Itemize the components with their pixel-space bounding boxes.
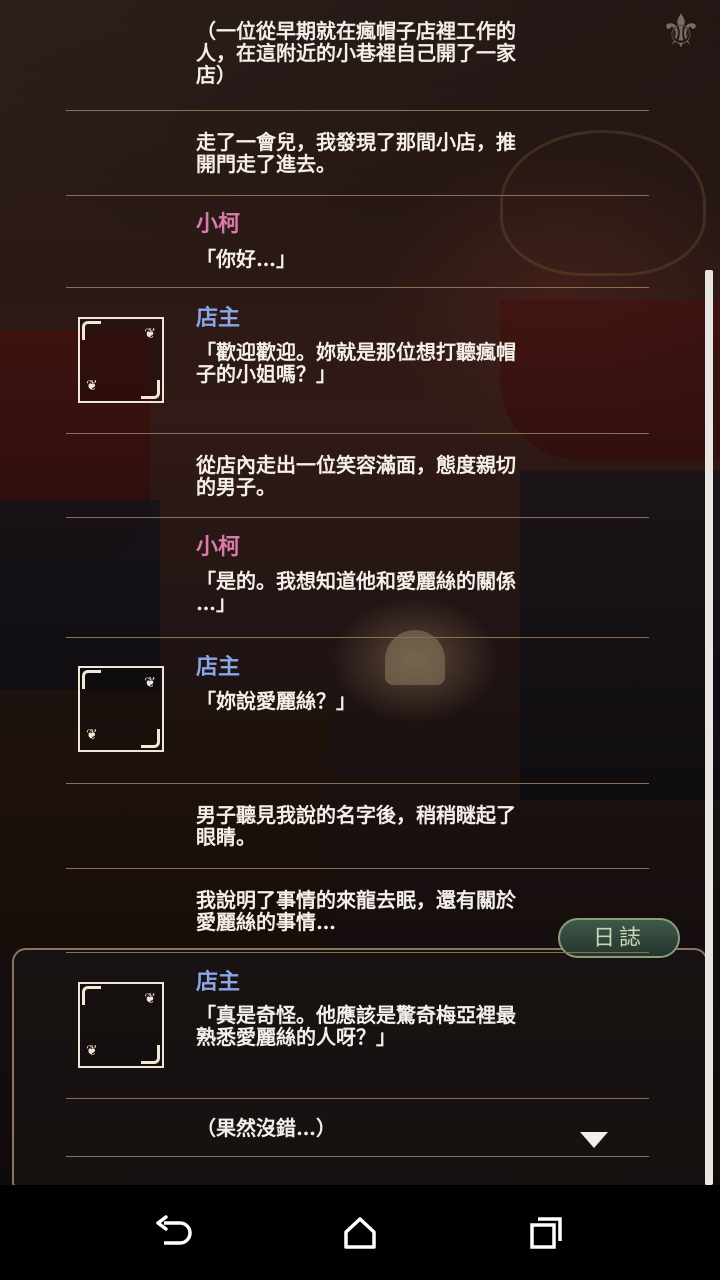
back-icon [156, 1215, 192, 1245]
entry-text: 「妳說愛麗絲？」 [196, 689, 356, 713]
log-entry: 走了一會兒，我發現了那間小店，推 開門走了進去。 [66, 111, 649, 196]
log-entry: ❦ ❦ 店主 「歡迎歡迎。妳就是那位想打聽瘋帽 子的小姐嗎？」 [66, 288, 649, 434]
system-navigation-bar [0, 1185, 720, 1280]
log-entry: 我說明了事情的來龍去眠，還有關於 愛麗絲的事情… [66, 869, 649, 953]
log-entry: ❦ ❦ 店主 「妳說愛麗絲？」 [66, 638, 649, 784]
entry-text: 我說明了事情的來龍去眠，還有關於 愛麗絲的事情… [196, 888, 516, 934]
entry-text: 男子聽見我說的名字後，稍稍瞇起了 眼睛。 [196, 803, 516, 849]
entry-separator [66, 1156, 649, 1157]
recents-button[interactable] [514, 1201, 578, 1265]
recents-icon [530, 1217, 562, 1249]
log-entry: ❦ ❦ 店主 「真是奇怪。他應該是驚奇梅亞裡最 熟悉愛麗絲的人呀？」 [66, 953, 649, 1099]
entry-text: 從店內走出一位笑容滿面，態度親切 的男子。 [196, 453, 516, 499]
scroll-down-arrow-icon[interactable] [580, 1132, 608, 1148]
log-entry: （果然沒錯…） [66, 1099, 649, 1157]
entry-text: 「真是奇怪。他應該是驚奇梅亞裡最 熟悉愛麗絲的人呀？」 [196, 1003, 516, 1049]
home-button[interactable] [328, 1201, 392, 1265]
back-button[interactable] [142, 1201, 206, 1265]
log-entry: 小柯 「是的。我想知道他和愛麗絲的關係 …」 [66, 518, 649, 638]
entry-speaker: 店主 [196, 969, 241, 995]
entry-text: 走了一會兒，我發現了那間小店，推 開門走了進去。 [196, 130, 516, 176]
entry-text: 「是的。我想知道他和愛麗絲的關係 …」 [196, 569, 516, 615]
log-scrollbar[interactable] [705, 270, 713, 1185]
entry-speaker: 店主 [196, 654, 241, 680]
entry-text: （一位從早期就在瘋帽子店裡工作的 人，在這附近的小巷裡自己開了一家 店） [196, 19, 516, 87]
entry-speaker: 小柯 [196, 534, 241, 560]
log-entry: 小柯 「你好…」 [66, 196, 649, 288]
log-entry: 男子聽見我說的名字後，稍稍瞇起了 眼睛。 [66, 784, 649, 869]
fleur-de-lis-icon: ⚜ [660, 4, 702, 58]
entry-text: 「歡迎歡迎。妳就是那位想打聽瘋帽 子的小姐嗎？」 [196, 340, 516, 386]
home-icon [344, 1217, 376, 1249]
log-entry: 從店內走出一位笑容滿面，態度親切 的男子。 [66, 434, 649, 518]
entry-text: 「你好…」 [196, 247, 296, 271]
log-entry: （一位從早期就在瘋帽子店裡工作的 人，在這附近的小巷裡自己開了一家 店） [66, 0, 649, 111]
character-portrait-frame: ❦ ❦ [78, 666, 164, 752]
character-portrait-frame: ❦ ❦ [78, 317, 164, 403]
entry-speaker: 小柯 [196, 211, 241, 237]
entry-text: （果然沒錯…） [196, 1116, 336, 1140]
character-portrait-frame: ❦ ❦ [78, 982, 164, 1068]
entry-speaker: 店主 [196, 305, 241, 331]
